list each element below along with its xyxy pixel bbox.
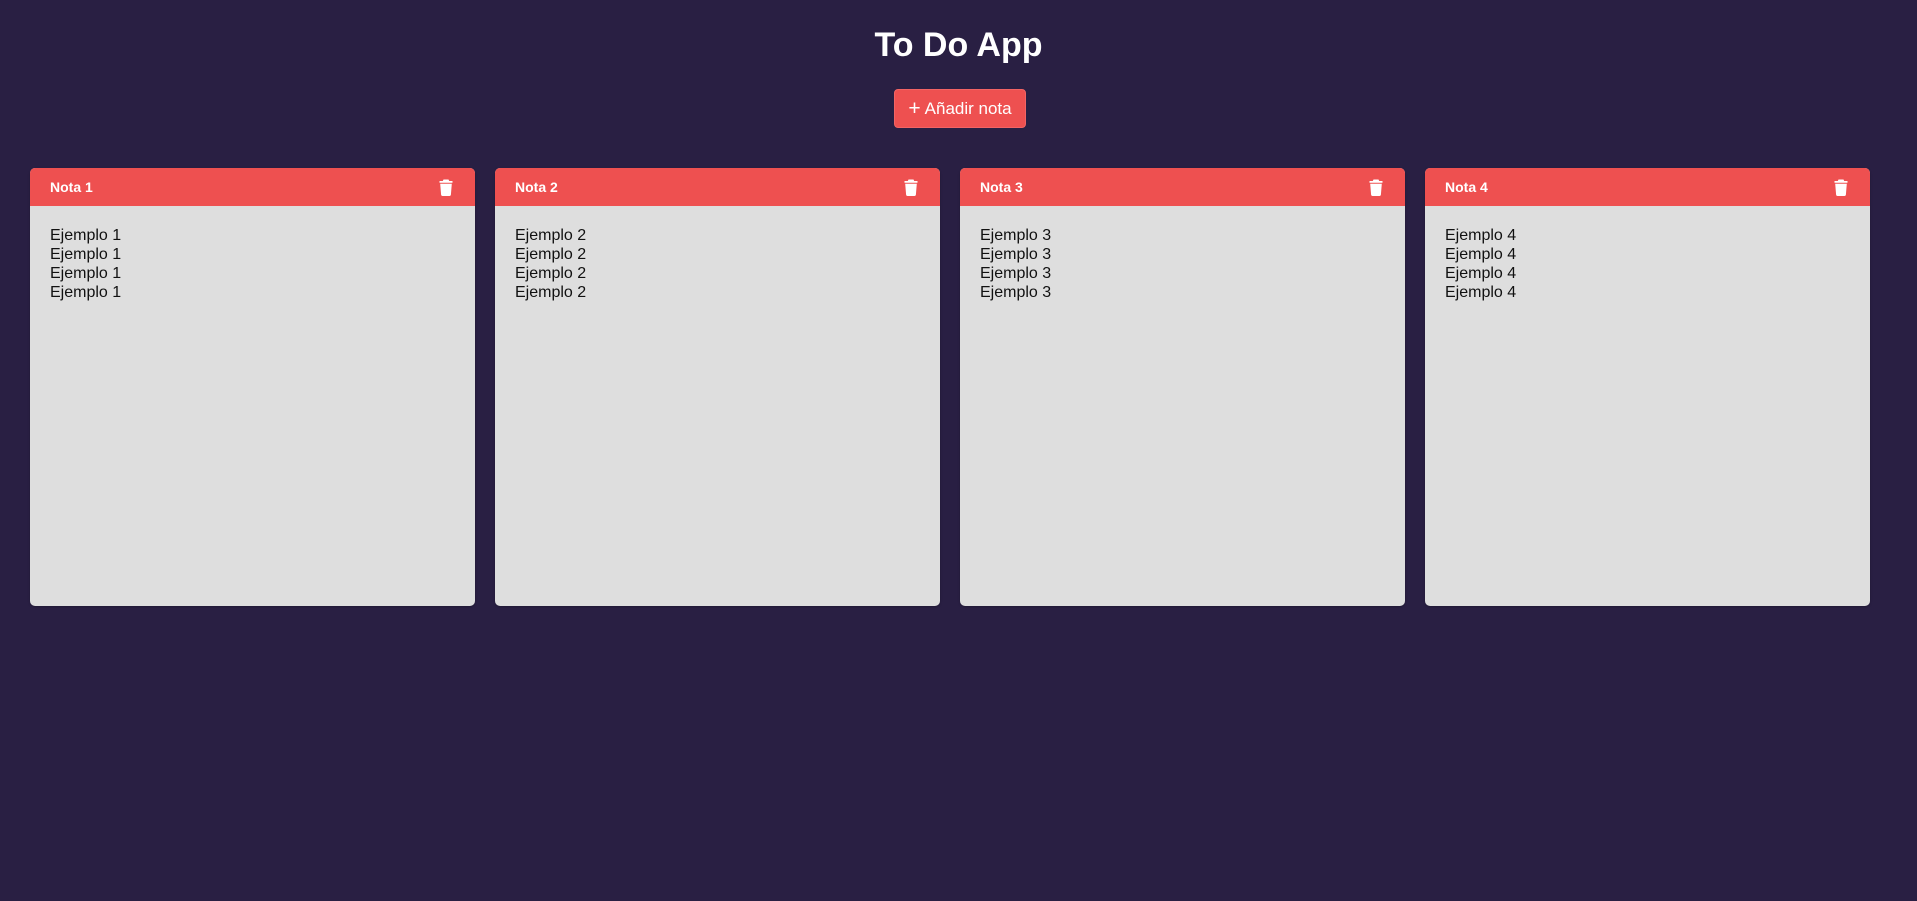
trash-icon[interactable]	[437, 177, 455, 197]
note-line: Ejemplo 4	[1445, 246, 1517, 263]
note-line: Ejemplo 3	[980, 246, 1052, 263]
note-line: Ejemplo 2	[515, 265, 587, 282]
note-body[interactable]: Ejemplo 4 Ejemplo 4 Ejemplo 4 Ejemplo 4	[1425, 206, 1870, 322]
note-line: Ejemplo 4	[1445, 265, 1517, 282]
note-card: Nota 2 Ejemplo 2 Ejemplo 2 Ejemplo 2 Eje…	[495, 168, 940, 606]
note-body[interactable]: Ejemplo 2 Ejemplo 2 Ejemplo 2 Ejemplo 2	[495, 206, 940, 322]
trash-icon[interactable]	[1367, 177, 1385, 197]
notes-container: Nota 1 Ejemplo 1 Ejemplo 1 Ejemplo 1 Eje…	[30, 168, 1870, 606]
note-line: Ejemplo 1	[50, 227, 122, 244]
note-line: Ejemplo 2	[515, 227, 587, 244]
trash-icon[interactable]	[1832, 177, 1850, 197]
note-header: Nota 1	[30, 168, 475, 206]
note-card: Nota 3 Ejemplo 3 Ejemplo 3 Ejemplo 3 Eje…	[960, 168, 1405, 606]
note-body[interactable]: Ejemplo 1 Ejemplo 1 Ejemplo 1 Ejemplo 1	[30, 206, 475, 322]
note-header: Nota 2	[495, 168, 940, 206]
note-line: Ejemplo 1	[50, 284, 122, 301]
trash-icon[interactable]	[902, 177, 920, 197]
note-line: Ejemplo 4	[1445, 284, 1517, 301]
note-card: Nota 1 Ejemplo 1 Ejemplo 1 Ejemplo 1 Eje…	[30, 168, 475, 606]
note-line: Ejemplo 2	[515, 284, 587, 301]
note-header: Nota 3	[960, 168, 1405, 206]
note-title[interactable]: Nota 4	[1445, 179, 1488, 195]
note-line: Ejemplo 1	[50, 265, 122, 282]
add-note-label: Añadir nota	[924, 98, 1012, 118]
plus-icon: +	[908, 97, 921, 120]
note-line: Ejemplo 2	[515, 246, 587, 263]
page-title: To Do App	[874, 26, 1043, 64]
add-note-button[interactable]: + Añadir nota	[894, 89, 1026, 128]
note-title[interactable]: Nota 3	[980, 179, 1023, 195]
note-body[interactable]: Ejemplo 3 Ejemplo 3 Ejemplo 3 Ejemplo 3	[960, 206, 1405, 322]
note-card: Nota 4 Ejemplo 4 Ejemplo 4 Ejemplo 4 Eje…	[1425, 168, 1870, 606]
note-line: Ejemplo 3	[980, 284, 1052, 301]
note-line: Ejemplo 4	[1445, 227, 1517, 244]
note-header: Nota 4	[1425, 168, 1870, 206]
note-line: Ejemplo 3	[980, 227, 1052, 244]
note-line: Ejemplo 3	[980, 265, 1052, 282]
note-title[interactable]: Nota 2	[515, 179, 558, 195]
note-title[interactable]: Nota 1	[50, 179, 93, 195]
note-line: Ejemplo 1	[50, 246, 122, 263]
